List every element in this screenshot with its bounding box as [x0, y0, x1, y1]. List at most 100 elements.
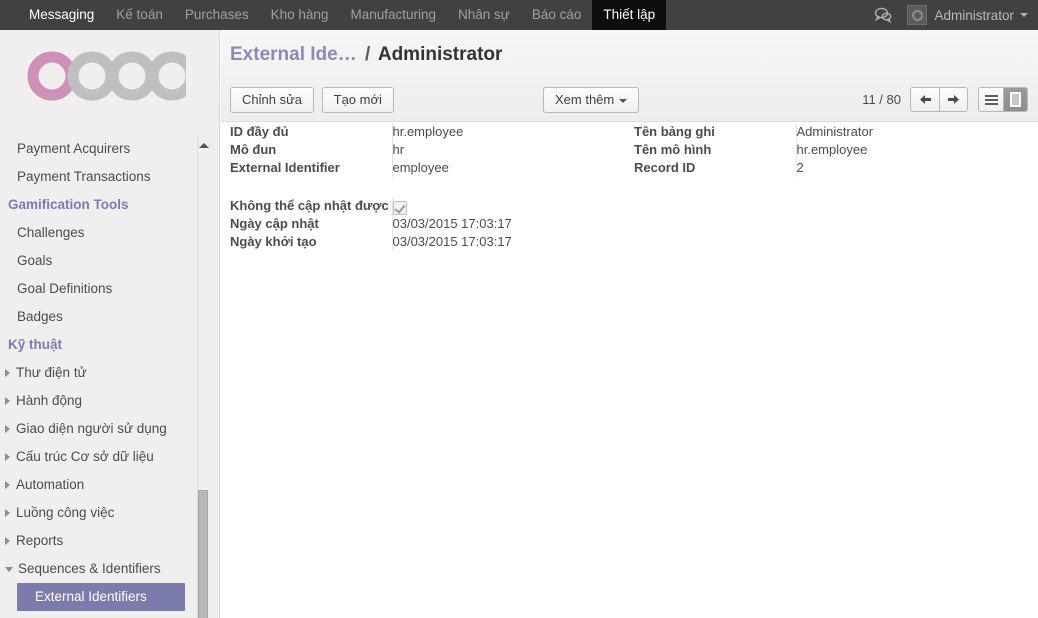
sidebar-item-4[interactable]: Goals: [0, 247, 210, 275]
breadcrumb-parent-link[interactable]: External Ide…: [230, 44, 357, 65]
menu-item-2[interactable]: Purchases: [174, 0, 260, 30]
field-value: 2: [796, 160, 804, 175]
sidebar-scrollbar-thumb[interactable]: [198, 490, 208, 618]
scroll-up-arrow-icon[interactable]: [199, 143, 209, 148]
sidebar-section-2: Gamification Tools: [8, 197, 129, 212]
form-field-row: Tên bảng ghi Administrator: [634, 123, 1038, 141]
field-value: hr.employee: [392, 124, 464, 139]
view-switcher: [978, 87, 1028, 112]
sidebar-item-label: Thư điện tử: [16, 365, 87, 380]
pager-count: 11 / 80: [862, 92, 901, 107]
field-label: Mô đun: [230, 141, 393, 159]
form-top-group: ID đầy đủ hr.employee Mô đun hr External Ide…: [221, 123, 1038, 177]
user-avatar-icon[interactable]: [907, 5, 928, 25]
list-view-button[interactable]: [978, 87, 1003, 112]
sidebar-item-9[interactable]: Hành động: [0, 387, 210, 415]
field-label: Ngày cập nhật: [230, 215, 393, 233]
pager: 11 / 80: [862, 87, 1028, 112]
field-label: Tên mô hình: [634, 141, 797, 159]
more-button-wrap: Xem thêm: [543, 87, 643, 113]
form-field-row: Không thể cập nhật được: [230, 197, 634, 215]
sidebar-section-7: Kỹ thuật: [8, 337, 62, 352]
sidebar-item-label: Automation: [16, 477, 85, 492]
sidebar-item-10[interactable]: Giao diện người sử dụng: [0, 415, 210, 443]
menu-item-1[interactable]: Kế toán: [105, 0, 174, 30]
arrow-left-icon: [919, 95, 931, 104]
field-value: [392, 197, 634, 215]
field-label: External Identifier: [230, 159, 393, 177]
user-name-label[interactable]: Administrator: [934, 8, 1014, 23]
sidebar-item-14[interactable]: Reports: [0, 527, 210, 555]
form-field-row: Record ID 2: [634, 159, 1038, 177]
chevron-down-icon: [5, 566, 13, 572]
sidebar-item-label: Giao diện người sử dụng: [16, 421, 167, 436]
sidebar-item-3[interactable]: Challenges: [0, 219, 210, 247]
sidebar-item-8[interactable]: Thư điện tử: [0, 359, 210, 387]
chevron-right-icon: [5, 537, 10, 545]
pager-arrow-group: [910, 87, 968, 112]
sidebar-item-12[interactable]: Automation: [0, 471, 210, 499]
sidebar-item-1[interactable]: Payment Transactions: [0, 163, 210, 191]
sidebar-item-5[interactable]: Goal Definitions: [0, 275, 210, 303]
menu-item-0[interactable]: Messaging: [18, 0, 105, 30]
menu-item-4[interactable]: Manufacturing: [339, 0, 447, 30]
form-view-icon: [1010, 92, 1021, 107]
sidebar-item-0[interactable]: Payment Acquirers: [0, 135, 210, 163]
chevron-down-icon: [619, 98, 628, 103]
chevron-right-icon: [5, 425, 10, 433]
sidebar-item-label: Luồng công việc: [16, 505, 115, 520]
form-view-button[interactable]: [1003, 87, 1028, 112]
sidebar-nav-list: Payment Acquirers Payment Transactions Gam…: [0, 135, 210, 611]
noupdate-checkbox[interactable]: [392, 200, 407, 215]
more-dropdown-button[interactable]: Xem thêm: [543, 87, 640, 113]
field-value: 03/03/2015 17:03:17: [392, 216, 512, 231]
form-field-row: Ngày cập nhật 03/03/2015 17:03:17: [230, 215, 634, 233]
form-column-right: Tên bảng ghi Administrator Tên mô hình hr.e…: [634, 123, 1038, 177]
form-column-bottom: Không thể cập nhật được Ngày cập nhật 03/0…: [230, 197, 634, 251]
chevron-right-icon: [5, 369, 10, 377]
field-value: Administrator: [796, 124, 874, 139]
field-value: hr.employee: [796, 142, 868, 157]
field-label: Ngày khởi tạo: [230, 233, 393, 251]
sidebar-item-16[interactable]: External Identifiers: [17, 583, 185, 611]
menu-item-7[interactable]: Thiết lập: [592, 0, 667, 30]
breadcrumb: External Ide… / Administrator: [230, 44, 502, 66]
form-field-row: Mô đun hr: [230, 141, 634, 159]
form-column-left: ID đầy đủ hr.employee Mô đun hr External Ide…: [230, 123, 634, 177]
field-label: Record ID: [634, 159, 797, 177]
chat-bubble-icon[interactable]: [873, 5, 893, 25]
breadcrumb-separator: /: [365, 44, 371, 65]
record-form: ID đầy đủ hr.employee Mô đun hr External Ide…: [221, 123, 1038, 251]
pager-next-button[interactable]: [939, 87, 968, 112]
odoo-logo[interactable]: [26, 50, 197, 102]
field-value: hr: [392, 142, 405, 157]
create-button[interactable]: Tạo mới: [321, 87, 394, 113]
sidebar-scrollbar[interactable]: [197, 135, 209, 618]
sidebar-item-13[interactable]: Luồng công việc: [0, 499, 210, 527]
breadcrumb-current: Administrator: [377, 44, 503, 65]
field-value: 03/03/2015 17:03:17: [392, 234, 512, 249]
sidebar-item-6[interactable]: Badges: [0, 303, 210, 331]
main-menu: Messaging Kế toán Purchases Kho hàng Manufac…: [0, 0, 667, 30]
menu-item-3[interactable]: Kho hàng: [260, 0, 340, 30]
pager-previous-button[interactable]: [910, 87, 939, 112]
sidebar-item-label: Reports: [16, 533, 64, 548]
chevron-right-icon: [5, 509, 10, 517]
edit-button[interactable]: Chỉnh sửa: [230, 87, 315, 113]
menu-item-6[interactable]: Báo cáo: [521, 0, 593, 30]
chevron-right-icon: [5, 481, 10, 489]
sidebar-item-label: Cấu trúc Cơ sở dữ liệu: [16, 449, 154, 464]
form-bottom-group: Không thể cập nhật được Ngày cập nhật 03/0…: [221, 197, 1038, 251]
field-label: ID đầy đủ: [230, 123, 393, 141]
form-field-row: External Identifier employee: [230, 159, 634, 177]
menu-item-5[interactable]: Nhân sự: [447, 0, 521, 30]
chevron-right-icon: [5, 397, 10, 405]
sidebar: Payment Acquirers Payment Transactions Gam…: [0, 30, 220, 618]
more-button-label: Xem thêm: [555, 92, 615, 107]
field-label: Không thể cập nhật được: [230, 197, 393, 215]
chevron-down-icon[interactable]: [1020, 13, 1028, 17]
sidebar-item-15[interactable]: Sequences & Identifiers: [0, 555, 210, 583]
action-button-row: Chỉnh sửa Tạo mới: [230, 87, 398, 113]
sidebar-item-11[interactable]: Cấu trúc Cơ sở dữ liệu: [0, 443, 210, 471]
avatar-inner-shape: [911, 9, 923, 21]
